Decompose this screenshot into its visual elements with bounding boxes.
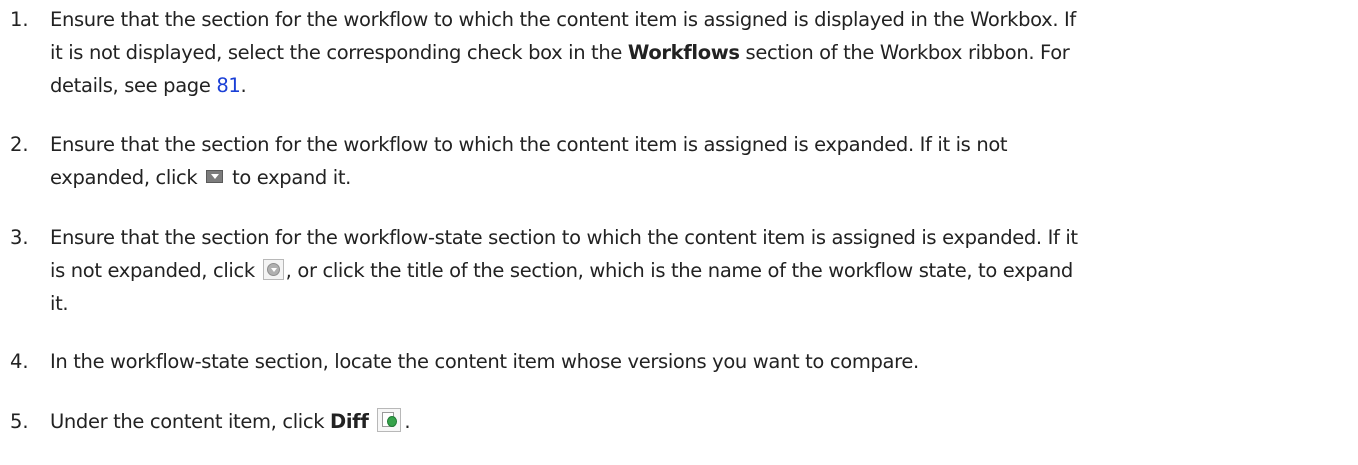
- step-text: is not expanded, click: [50, 259, 255, 282]
- step-text: to expand it.: [232, 166, 352, 189]
- step-text: it is not displayed, select the correspo…: [50, 41, 628, 64]
- diff-label: Diff: [330, 410, 369, 433]
- step-1-line-2: it is not displayed, select the correspo…: [50, 36, 1345, 69]
- step-1-line-3: details, see page 81.: [50, 69, 1345, 102]
- page-link[interactable]: 81: [216, 74, 240, 97]
- step-text: details, see page: [50, 74, 217, 97]
- workflows-label: Workflows: [627, 41, 740, 64]
- step-text: .: [240, 74, 247, 97]
- step-2-line-1: Ensure that the section for the workflow…: [50, 133, 1008, 156]
- step-2-line-2: expanded, click to expand it.: [50, 161, 1345, 194]
- step-3-line-3: it.: [50, 292, 69, 315]
- step-5-line-1: Under the content item, click Diff .: [50, 405, 1345, 438]
- step-text: expanded, click: [50, 166, 198, 189]
- step-number: 1.: [10, 8, 29, 31]
- step-4-line-1: In the workflow-state section, locate th…: [50, 350, 919, 373]
- step-3-line-2: is not expanded, click , or click the ti…: [50, 254, 1345, 287]
- circle-expand-icon: [262, 259, 284, 280]
- step-text: Under the content item, click: [50, 410, 331, 433]
- step-number: 3.: [10, 226, 29, 249]
- step-1-line-1: Ensure that the section for the workflow…: [50, 8, 1076, 31]
- step-3-line-1: Ensure that the section for the workflow…: [50, 226, 1078, 249]
- step-number: 5.: [10, 410, 29, 433]
- diff-icon: [377, 407, 402, 432]
- step-number: 4.: [10, 350, 29, 373]
- step-text: , or click the title of the section, whi…: [285, 259, 1074, 282]
- step-text: .: [404, 410, 411, 433]
- step-number: 2.: [10, 133, 29, 156]
- step-text: section of the Workbox ribbon. For: [739, 41, 1070, 64]
- expand-arrow-icon: [206, 170, 224, 183]
